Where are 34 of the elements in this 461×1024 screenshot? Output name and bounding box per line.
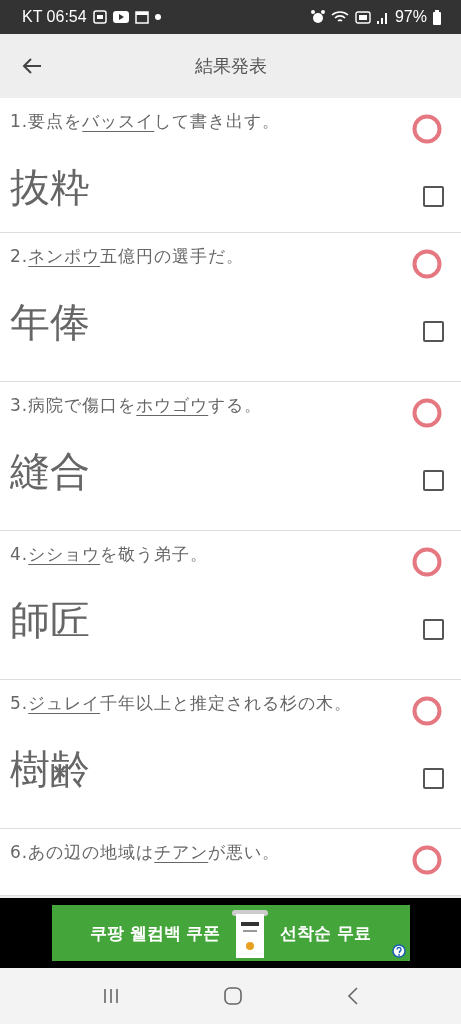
video-icon — [112, 11, 129, 23]
wifi-icon — [330, 10, 349, 24]
dot-icon — [154, 14, 161, 20]
coupon-drawing — [232, 908, 269, 958]
checkbox[interactable] — [423, 186, 444, 207]
answer-word: 年俸 — [10, 298, 90, 347]
checkbox[interactable] — [423, 768, 444, 789]
checkbox[interactable] — [423, 321, 444, 342]
back-nav-button[interactable] — [345, 986, 360, 1006]
answer-word: 抜粋 — [10, 163, 90, 212]
question-sentence: 3.病院で傷口を ホウゴウする。 — [10, 394, 263, 417]
checkbox[interactable] — [423, 470, 444, 491]
signal-icon — [376, 10, 389, 24]
question-sentence: 2.ネンポウ五億円の選手だ。 — [10, 245, 245, 268]
help-icon[interactable] — [391, 944, 406, 958]
answer-word: 縫合 — [10, 447, 90, 496]
battery-percent: 97% — [394, 8, 427, 26]
ad-text: 선착순 무료 — [280, 921, 372, 945]
recent-apps-button[interactable] — [101, 987, 120, 1005]
alarm-icon — [310, 10, 325, 24]
checkbox[interactable] — [423, 619, 444, 640]
ad-banner[interactable]: 쿠팡 웰컴백 쿠폰 선착순 무료 — [51, 905, 410, 961]
answer-word: 師匠 — [10, 596, 90, 645]
status-time: KT 06:54 — [22, 8, 87, 26]
answer-word: 樹齢 — [10, 745, 90, 794]
question-sentence: 5.ジュレイ千年以上と推定される杉の木。 — [10, 692, 353, 715]
home-button[interactable] — [222, 986, 243, 1006]
battery-icon — [433, 9, 441, 25]
question-sentence: 1.要点をバッスイ して書き出す。 — [10, 110, 281, 133]
question-sentence: 4.シショウ を敬う弟子。 — [10, 543, 209, 566]
header-title: 結果発表 — [194, 54, 267, 78]
ad-text: 쿠팡 웰컴백 쿠폰 — [89, 921, 221, 945]
calendar-icon — [134, 10, 149, 24]
question-sentence: 6.あの辺の地域はチアンが悪い。 — [10, 841, 281, 864]
